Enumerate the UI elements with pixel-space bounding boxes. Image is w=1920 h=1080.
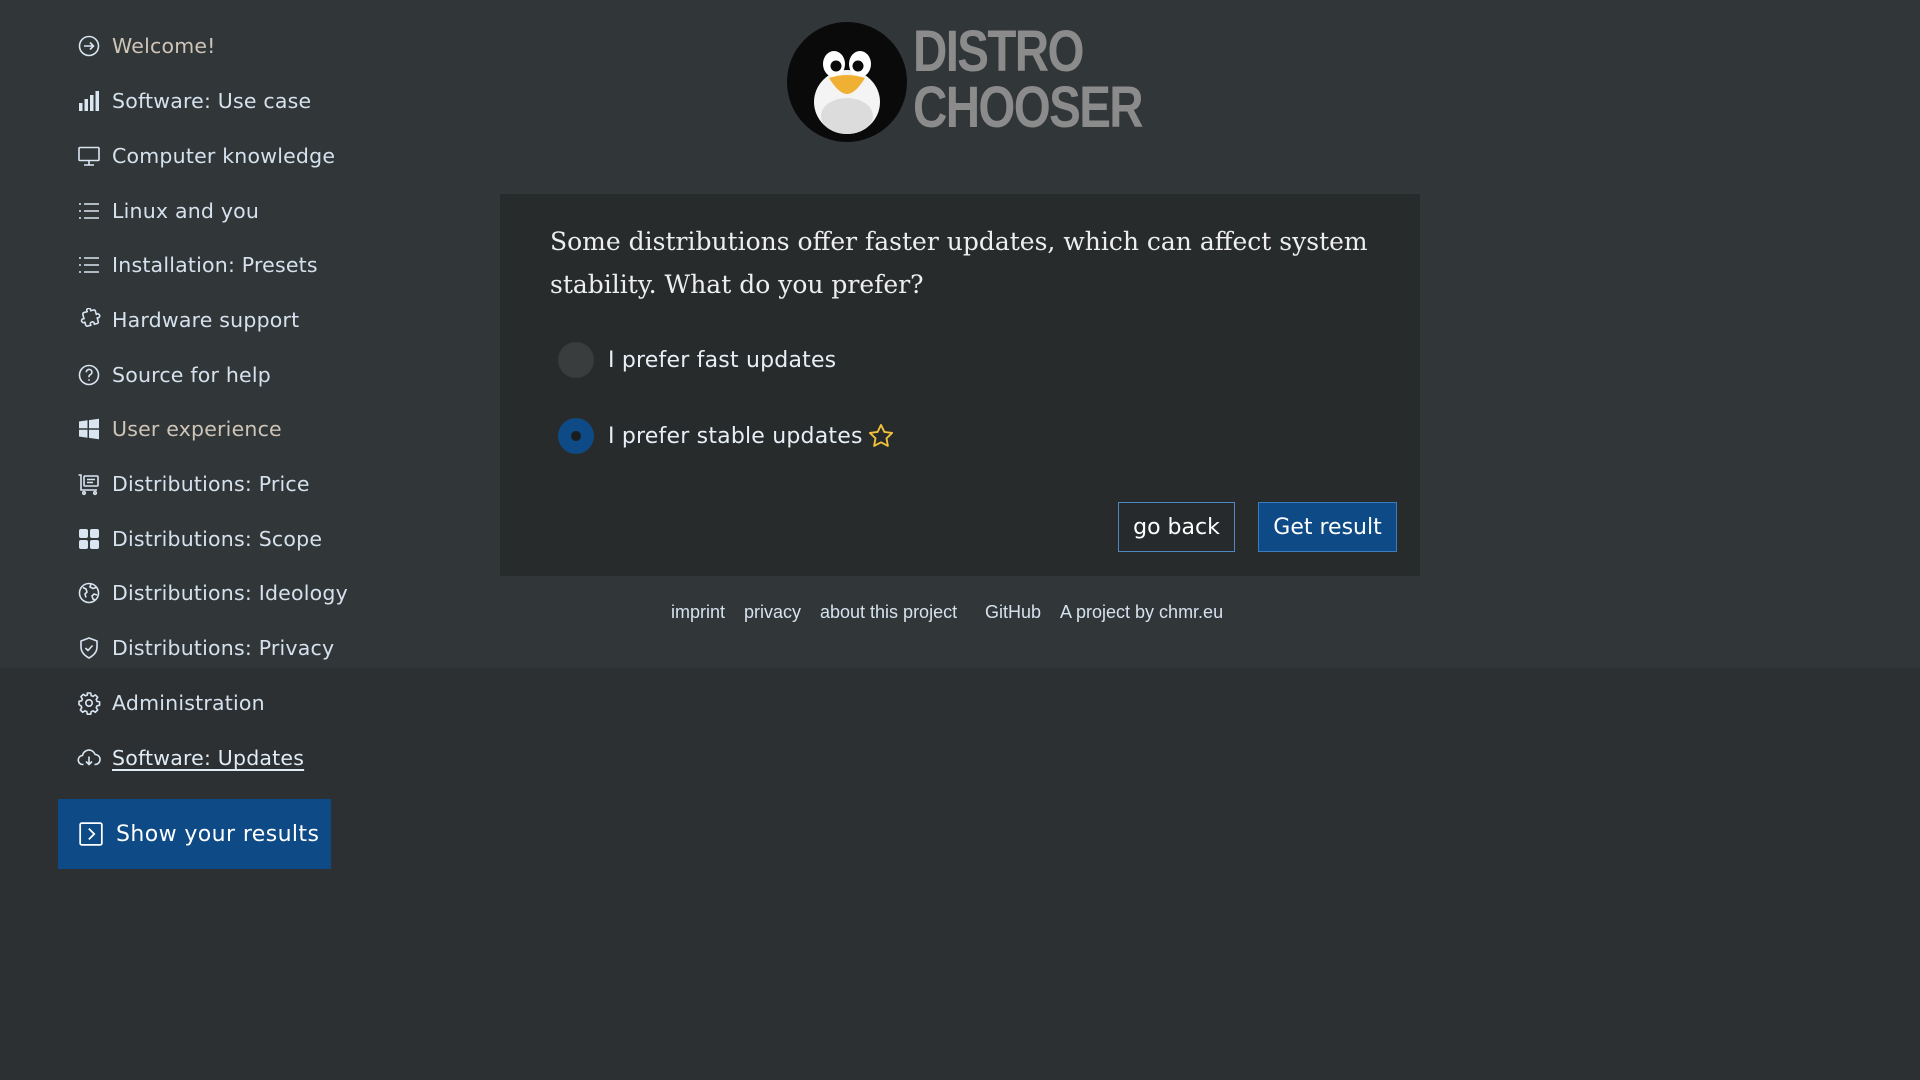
- arrow-in-circle-icon: [76, 33, 102, 59]
- windows-icon: [76, 416, 102, 442]
- cloud-download-icon: [76, 745, 102, 771]
- footer-link-chmr[interactable]: A project by chmr.eu: [1060, 602, 1223, 623]
- option-stable-updates[interactable]: I prefer stable updates: [558, 416, 895, 456]
- question-text: Some distributions offer faster updates,…: [550, 227, 1368, 299]
- sidebar-item-label: Computer knowledge: [112, 144, 336, 168]
- footer-link-privacy[interactable]: privacy: [744, 602, 801, 623]
- footer-link-about[interactable]: about this project: [820, 602, 957, 623]
- gear-icon: [76, 690, 102, 716]
- option-fast-updates[interactable]: I prefer fast updates: [558, 340, 836, 380]
- sidebar-item-administration[interactable]: Administration: [76, 683, 265, 723]
- footer-link-github[interactable]: GitHub: [985, 602, 1041, 623]
- sidebar-item-hardware-support[interactable]: Hardware support: [76, 300, 299, 340]
- question-card: Some distributions offer faster updates,…: [500, 194, 1420, 576]
- monitor-icon: [76, 143, 102, 169]
- sidebar-item-distributions-privacy[interactable]: Distributions: Privacy: [76, 628, 334, 668]
- sidebar-item-label: Installation: Presets: [112, 253, 318, 277]
- sidebar-item-software-updates[interactable]: Software: Updates: [76, 738, 304, 778]
- question-circle-icon: [76, 362, 102, 388]
- sidebar-item-distributions-scope[interactable]: Distributions: Scope: [76, 519, 322, 559]
- sidebar-item-label: Software: Updates: [112, 746, 305, 770]
- sidebar-item-installation-presets[interactable]: Installation: Presets: [76, 245, 318, 285]
- footer-link-imprint[interactable]: imprint: [671, 602, 725, 623]
- penguin-logo-icon: [787, 22, 907, 142]
- sidebar-item-software-use-case[interactable]: Software: Use case: [76, 81, 311, 121]
- option-label: I prefer stable updates: [608, 423, 863, 449]
- radio-stable-updates[interactable]: [558, 418, 594, 454]
- get-result-button[interactable]: Get result: [1258, 502, 1397, 552]
- sidebar-item-label: Hardware support: [112, 308, 300, 332]
- option-label: I prefer fast updates: [608, 347, 837, 373]
- sidebar-item-label: User experience: [112, 417, 282, 441]
- chevron-right-square-icon: [78, 821, 104, 847]
- grid-icon: [76, 526, 102, 552]
- logo-line-2: CHOOSER: [913, 75, 1144, 140]
- list-icon: [76, 198, 102, 224]
- distro-chooser-logo[interactable]: DISTRO CHOOSER: [785, 20, 1145, 144]
- sidebar-item-computer-knowledge[interactable]: Computer knowledge: [76, 136, 335, 176]
- sidebar-item-label: Linux and you: [112, 199, 260, 223]
- sidebar-item-source-for-help[interactable]: Source for help: [76, 355, 271, 395]
- shield-check-icon: [76, 635, 102, 661]
- sidebar-item-distributions-price[interactable]: Distributions: Price: [76, 464, 310, 504]
- sidebar-item-label: Distributions: Scope: [112, 527, 323, 551]
- sidebar-item-user-experience[interactable]: User experience: [76, 409, 282, 449]
- sidebar-item-label: Software: Use case: [112, 89, 312, 113]
- sidebar-item-label: Source for help: [112, 363, 271, 387]
- bar-chart-icon: [76, 88, 102, 114]
- show-results-label: Show your results: [116, 821, 320, 847]
- star-icon: [867, 422, 895, 450]
- list-icon: [76, 252, 102, 278]
- footer: imprint privacy about this project GitHu…: [0, 602, 1920, 626]
- logo-line-1: DISTRO: [913, 19, 1084, 84]
- sidebar-item-label: Distributions: Price: [112, 472, 310, 496]
- sidebar-item-welcome[interactable]: Welcome!: [76, 26, 216, 66]
- logo-wordmark: DISTRO CHOOSER: [913, 19, 1144, 140]
- sidebar-item-label: Administration: [112, 691, 265, 715]
- radio-fast-updates[interactable]: [558, 342, 594, 378]
- puzzle-icon: [76, 307, 102, 333]
- sidebar-item-linux-and-you[interactable]: Linux and you: [76, 191, 259, 231]
- go-back-button[interactable]: go back: [1118, 502, 1235, 552]
- sidebar-item-label: Distributions: Privacy: [112, 636, 335, 660]
- show-results-button[interactable]: Show your results: [58, 799, 331, 869]
- cart-icon: [76, 471, 102, 497]
- sidebar-item-label: Welcome!: [112, 34, 216, 58]
